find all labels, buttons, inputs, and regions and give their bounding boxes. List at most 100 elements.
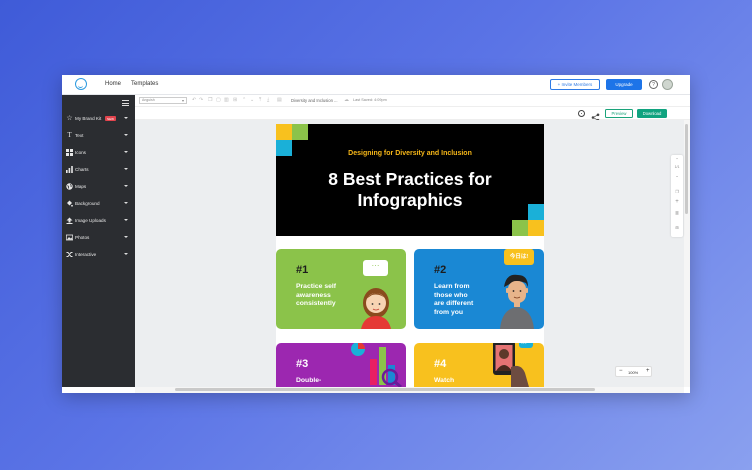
sidebar-item-label: Interactive	[75, 252, 97, 257]
infographic-subtitle[interactable]: Designing for Diversity and Inclusion	[276, 150, 544, 157]
new-badge: NEW	[105, 116, 116, 121]
man-illustration	[500, 274, 534, 329]
zoom-control: − 100% +	[615, 366, 652, 377]
redo-icon[interactable]: ↷	[199, 97, 203, 103]
card-number: #1	[296, 264, 309, 276]
chart-icon	[66, 166, 73, 173]
upgrade-button[interactable]: Upgrade	[606, 79, 642, 90]
editor-toolbar: Anguish ↶ ↷ ❐ ▢ ▥ ⊞ ⌃ ⌄ ⤒ ⤓ ▤ Diversity …	[135, 95, 690, 107]
upload-icon	[66, 217, 73, 224]
vertical-scrollbar[interactable]	[684, 120, 690, 387]
woman-illustration	[361, 288, 391, 329]
sidebar-item-label: Image Uploads	[75, 218, 106, 223]
preview-button[interactable]: Preview	[605, 109, 633, 118]
sidebar-item-label: My Brand Kit	[75, 116, 102, 121]
sidebar-item-text[interactable]: T Text	[62, 129, 135, 143]
gear-icon[interactable]	[578, 110, 585, 117]
font-select[interactable]: Anguish	[139, 97, 187, 104]
avatar[interactable]	[662, 79, 673, 90]
decor-square	[292, 124, 308, 140]
decor-square	[528, 204, 544, 220]
page-indicator: 1/1	[674, 165, 680, 169]
grid-view-icon[interactable]: ⊞	[671, 225, 683, 230]
phone-video-illustration: ···	[493, 343, 533, 387]
undo-icon[interactable]: ↶	[192, 97, 196, 103]
practice-card-4[interactable]: #4 Watch ···	[414, 343, 544, 387]
infographic-title[interactable]: 8 Best Practices for Infographics	[276, 169, 544, 211]
add-page-icon[interactable]: +	[671, 199, 683, 205]
delete-page-icon[interactable]: ▥	[671, 210, 683, 215]
card-text-line: from you	[434, 308, 464, 316]
nav-home[interactable]: Home	[105, 81, 121, 87]
practice-card-2[interactable]: #2 Learn from those who are different fr…	[414, 249, 544, 329]
share-icon[interactable]	[591, 109, 600, 122]
card-text-line: awareness	[296, 291, 331, 299]
card-text-line: Learn from	[434, 283, 470, 290]
title-line: 8 Best Practices for	[328, 169, 492, 189]
hamburger-menu-icon[interactable]	[122, 100, 129, 106]
card-text-line: consistently	[296, 300, 336, 307]
invite-members-button[interactable]: + Invite Members	[550, 79, 600, 90]
chevron-down-icon[interactable]: ⌄	[671, 173, 683, 178]
chevron-down-icon[interactable]: ⌄	[250, 97, 254, 103]
group-icon[interactable]: ⊞	[233, 97, 237, 103]
chevron-down-icon	[124, 168, 128, 170]
zoom-out-button[interactable]: −	[619, 368, 623, 374]
sidebar-item-brand-kit[interactable]: ☆ My Brand Kit NEW	[62, 112, 135, 126]
sidebar-item-photos[interactable]: Photos	[62, 231, 135, 245]
paint-bucket-icon	[66, 200, 73, 207]
cloud-icon: ☁	[344, 97, 349, 103]
sidebar-item-label: Charts	[75, 167, 89, 172]
card-text-line: Watch	[434, 377, 455, 384]
sidebar-item-background[interactable]: Background	[62, 197, 135, 211]
sidebar-item-charts[interactable]: Charts	[62, 163, 135, 177]
sidebar-item-label: Photos	[75, 235, 90, 240]
practice-card-1[interactable]: #1 Practice self awareness consistently …	[276, 249, 406, 329]
nav-templates[interactable]: Templates	[131, 81, 158, 87]
globe-icon	[66, 183, 73, 190]
move-forward-icon[interactable]: ⤒	[259, 97, 261, 103]
top-bar: Home Templates + Invite Members Upgrade …	[62, 75, 690, 95]
infographic-page[interactable]: Designing for Diversity and Inclusion 8 …	[276, 124, 544, 387]
chevron-up-icon[interactable]: ⌃	[242, 97, 246, 103]
app-window: Home Templates + Invite Members Upgrade …	[62, 75, 690, 393]
chevron-up-icon[interactable]: ⌃	[671, 157, 683, 162]
chevron-down-icon	[124, 117, 128, 119]
sidebar-item-image-uploads[interactable]: Image Uploads	[62, 214, 135, 228]
sidebar-item-label: Maps	[75, 184, 87, 189]
chart-magnifier-illustration	[351, 343, 402, 387]
sidebar-item-label: Icons	[75, 150, 86, 155]
chevron-down-icon	[124, 219, 128, 221]
duplicate-page-icon[interactable]: ❐	[671, 189, 683, 194]
sidebar-item-maps[interactable]: Maps	[62, 180, 135, 194]
card-text: Watch	[434, 377, 494, 386]
copy-icon[interactable]: ❐	[208, 97, 212, 103]
move-backward-icon[interactable]: ⤓	[267, 97, 269, 103]
title-line: Infographics	[357, 190, 463, 210]
last-saved-status: Last Saved: 4:09pm	[353, 98, 387, 102]
zoom-level: 100%	[628, 369, 639, 375]
sidebar-item-label: Background	[75, 201, 100, 206]
help-icon[interactable]: ?	[649, 80, 658, 89]
horizontal-scrollbar[interactable]	[135, 387, 684, 393]
star-icon: ☆	[66, 115, 73, 122]
svg-text:···: ···	[521, 343, 527, 348]
card-number: #3	[296, 358, 309, 370]
delete-icon[interactable]: ▥	[224, 97, 229, 103]
speech-bubble: ···	[363, 260, 388, 276]
sidebar-item-icons[interactable]: Icons	[62, 146, 135, 160]
logo-icon[interactable]	[75, 78, 87, 90]
design-canvas[interactable]: Designing for Diversity and Inclusion 8 …	[135, 120, 684, 387]
card-number: #2	[434, 264, 447, 276]
download-button[interactable]: Download	[637, 109, 667, 118]
document-title[interactable]: Diversity and Inclusion ...	[291, 98, 338, 103]
lock-icon[interactable]: ▢	[216, 97, 221, 103]
zoom-in-button[interactable]: +	[646, 368, 650, 374]
photo-icon	[65, 234, 74, 241]
sidebar-item-interactive[interactable]: Interactive	[62, 248, 135, 262]
text-icon: T	[67, 131, 72, 139]
card-text-line: Practice self	[296, 283, 337, 290]
chevron-down-icon	[124, 253, 128, 255]
hero-banner[interactable]: Designing for Diversity and Inclusion 8 …	[276, 124, 544, 236]
practice-card-3[interactable]: #3 Double-	[276, 343, 406, 387]
